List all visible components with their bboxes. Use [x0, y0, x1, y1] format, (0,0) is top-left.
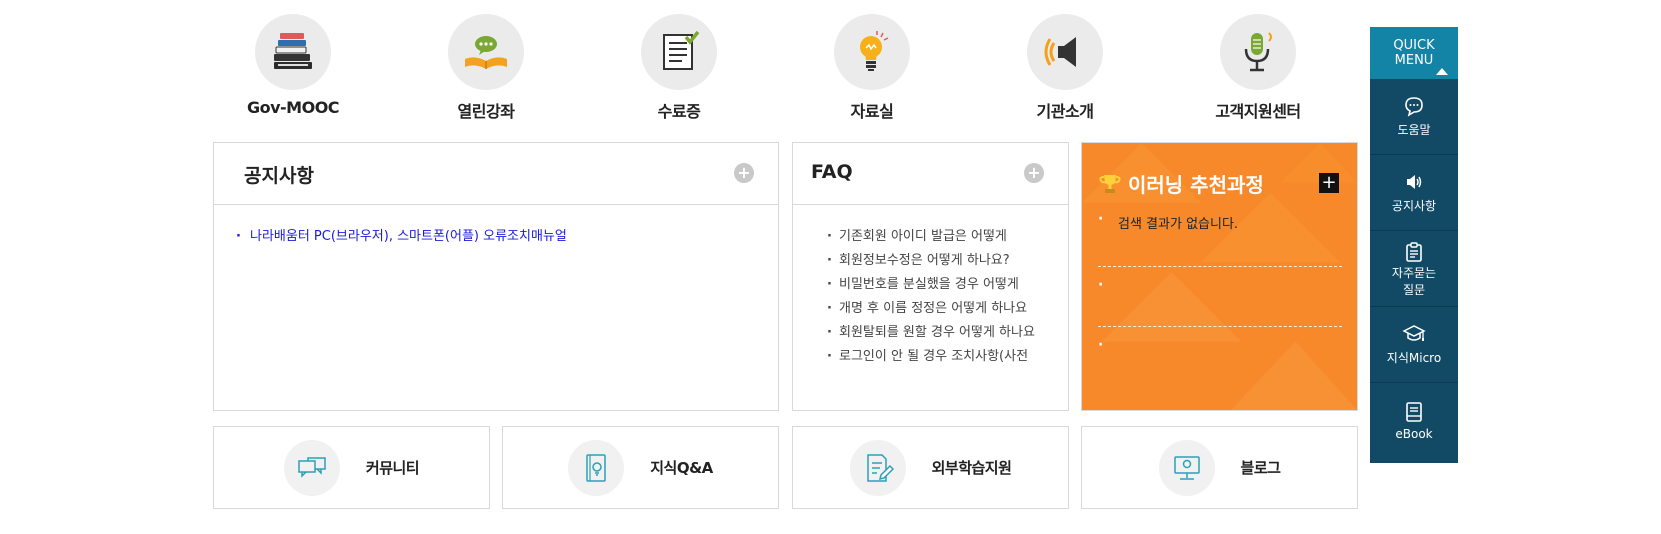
quick-help[interactable]: 도움말: [1370, 79, 1458, 155]
microphone-icon: [1244, 32, 1272, 72]
faq-item[interactable]: 기존회원 아이디 발급은 어떻게: [827, 225, 1047, 249]
certificate-link[interactable]: 수료증: [599, 14, 759, 122]
graduation-cap-icon: [1402, 325, 1426, 341]
quick-knowledge-micro-label: 지식Micro: [1386, 351, 1442, 365]
quick-menu-header[interactable]: QUICK MENU: [1370, 27, 1458, 79]
knowledge-qa-label: 지식Q&A: [650, 459, 713, 477]
notice-header: 공지사항 +: [214, 143, 778, 205]
faq-item[interactable]: 개명 후 이름 정정은 어떻게 하나요: [827, 297, 1047, 321]
open-book-chat-icon: [465, 36, 507, 69]
quick-faq-label-line2: 질문: [1402, 282, 1426, 297]
open-lecture-label: 열린강좌: [457, 102, 515, 121]
monitor-icon: [1173, 455, 1200, 480]
top-icon-menu: Gov-MOOC 열린강좌 수료증 자료실 기관소개 고객지원센터: [213, 14, 1363, 124]
faq-title: FAQ: [811, 161, 853, 183]
quick-knowledge-micro[interactable]: 지식Micro: [1370, 307, 1458, 383]
notice-item[interactable]: 나라배움터 PC(브라우저), 스마트폰(어플) 오류조치매뉴얼: [236, 227, 778, 247]
support-center-label: 고객지원센터: [1215, 102, 1301, 121]
elearning-row: ·: [1098, 267, 1342, 327]
quick-notice[interactable]: 공지사항: [1370, 155, 1458, 231]
about-link[interactable]: 기관소개: [985, 14, 1145, 122]
lightbulb-icon: [860, 31, 889, 71]
blog-label: 블로그: [1240, 459, 1281, 477]
gov-mooc-label: Gov-MOOC: [246, 98, 340, 117]
quick-ebook[interactable]: eBook: [1370, 383, 1458, 459]
quick-faq-label-line1: 자주묻는: [1391, 265, 1437, 280]
speaker-icon: [1407, 175, 1422, 189]
quick-ebook-label: eBook: [1395, 427, 1433, 441]
clipboard-icon: [1406, 241, 1422, 262]
faq-more-button[interactable]: +: [1024, 163, 1044, 183]
chat-bubble-icon: [1405, 97, 1423, 117]
about-label: 기관소개: [1036, 102, 1094, 121]
notice-title: 공지사항: [244, 165, 314, 187]
notice-list: 나라배움터 PC(브라우저), 스마트폰(어플) 오류조치매뉴얼: [214, 205, 778, 247]
gov-mooc-link[interactable]: Gov-MOOC: [213, 14, 373, 117]
faq-panel: FAQ + 기존회원 아이디 발급은 어떻게 회원정보수정은 어떻게 하나요? …: [792, 142, 1069, 411]
community-label: 커뮤니티: [365, 459, 420, 477]
elearning-row: · 검색 결과가 없습니다.: [1098, 207, 1342, 267]
quick-faq[interactable]: 자주묻는 질문: [1370, 231, 1458, 307]
external-learning-link[interactable]: 외부학습지원: [792, 426, 1069, 509]
notice-panel: 공지사항 + 나라배움터 PC(브라우저), 스마트폰(어플) 오류조치매뉴얼: [213, 142, 779, 411]
faq-item[interactable]: 회원탈퇴를 원할 경우 어떻게 하나요: [827, 321, 1047, 345]
speaker-icon: [1044, 37, 1076, 67]
knowledge-qa-link[interactable]: 지식Q&A: [502, 426, 779, 509]
elearning-row: ·: [1098, 337, 1104, 353]
certificate-label: 수료증: [657, 102, 701, 121]
quick-menu-title-line2: MENU: [1394, 53, 1434, 68]
elearning-title-text: 이러닝 추천과정: [1128, 173, 1264, 197]
quick-menu-title-line1: QUICK: [1393, 38, 1435, 53]
collapse-arrow-icon: [1436, 68, 1448, 75]
quick-help-label: 도움말: [1397, 123, 1431, 137]
external-learning-label: 외부학습지원: [931, 459, 1012, 477]
support-center-link[interactable]: 고객지원센터: [1178, 14, 1338, 122]
quick-notice-label: 공지사항: [1391, 199, 1437, 213]
faq-item[interactable]: 로그인이 안 될 경우 조치사항(사전: [827, 345, 1047, 369]
chat-bubbles-icon: [298, 456, 326, 478]
faq-header: FAQ +: [793, 143, 1068, 205]
elearning-panel: 이러닝 추천과정 + · 검색 결과가 없습니다. · ·: [1081, 142, 1358, 411]
elearning-more-button[interactable]: +: [1319, 173, 1339, 193]
archive-link[interactable]: 자료실: [792, 14, 952, 122]
ebook-icon: [1406, 402, 1422, 422]
blog-link[interactable]: 블로그: [1081, 426, 1358, 509]
faq-list: 기존회원 아이디 발급은 어떻게 회원정보수정은 어떻게 하나요? 비밀번호를 …: [793, 205, 1068, 369]
community-link[interactable]: 커뮤니티: [213, 426, 490, 509]
trophy-icon: [1099, 174, 1121, 193]
notice-more-button[interactable]: +: [734, 163, 754, 183]
quick-menu: QUICK MENU 도움말 공지사항 자주묻는 질문 지식Micro eBoo…: [1370, 27, 1458, 463]
books-icon: [274, 33, 312, 69]
open-lecture-link[interactable]: 열린강좌: [406, 14, 566, 122]
document-pen-icon: [866, 453, 894, 482]
faq-item[interactable]: 회원정보수정은 어떻게 하나요?: [827, 249, 1047, 273]
faq-item[interactable]: 비밀번호를 분실했을 경우 어떻게: [827, 273, 1047, 297]
book-lightbulb-icon: [586, 453, 606, 482]
elearning-row-text: 검색 결과가 없습니다.: [1118, 217, 1239, 232]
elearning-title: 이러닝 추천과정: [1098, 169, 1264, 198]
certificate-icon: [663, 30, 700, 70]
archive-label: 자료실: [850, 102, 894, 121]
